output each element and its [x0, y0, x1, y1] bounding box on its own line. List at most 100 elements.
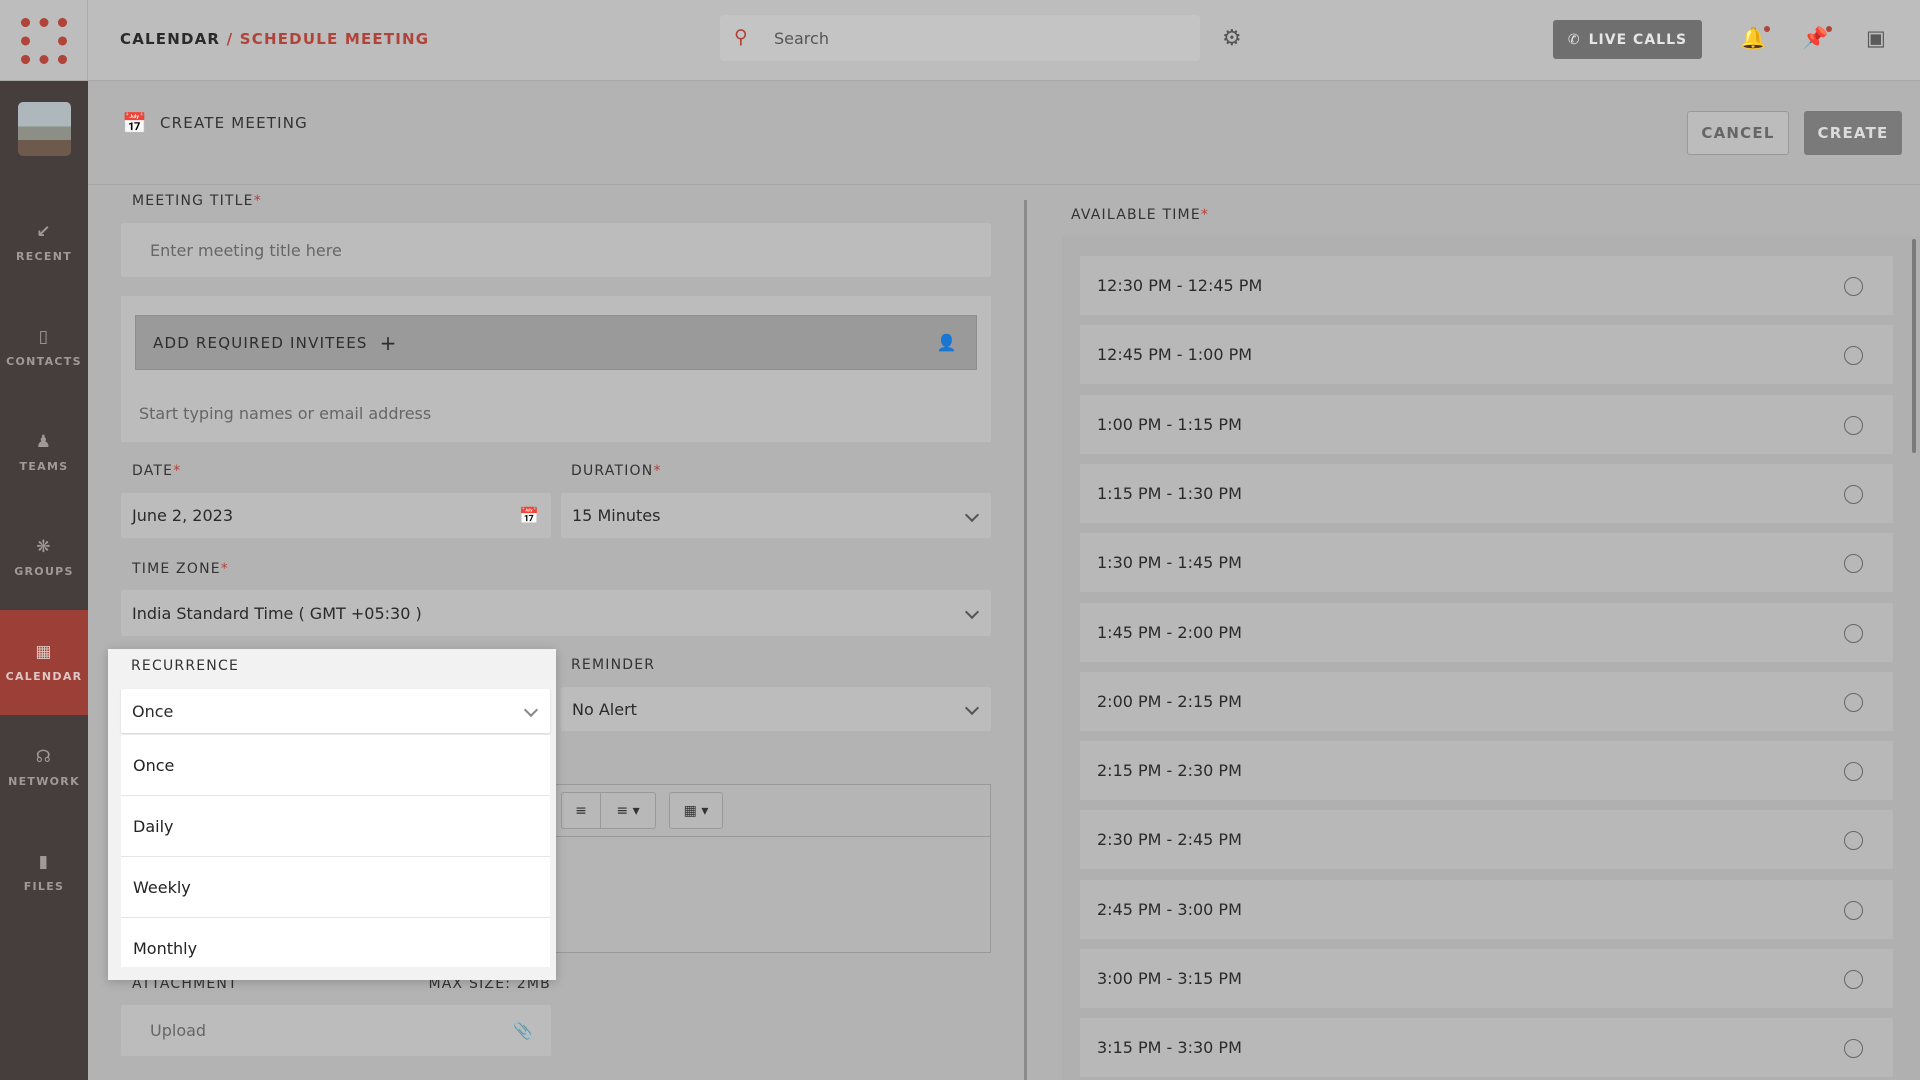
add-user-icon: 👤 [936, 333, 958, 352]
calendar-picker-icon: 📅 [519, 506, 539, 525]
radio-button[interactable] [1844, 484, 1863, 504]
form-scrollbar[interactable] [1024, 200, 1027, 1080]
time-slot[interactable]: 2:45 PM - 3:00 PM [1079, 878, 1894, 940]
breadcrumb: CALENDAR / SCHEDULE MEETING [120, 30, 430, 48]
meeting-title-input[interactable]: Enter meeting title here [121, 223, 991, 277]
time-slot-label: 3:00 PM - 3:15 PM [1097, 969, 1242, 988]
time-slot[interactable]: 2:00 PM - 2:15 PM [1079, 670, 1894, 732]
invitees-input[interactable]: Start typing names or email address [121, 404, 431, 423]
sidebar-item-files[interactable]: ▮ FILES [0, 820, 88, 925]
radio-button[interactable] [1844, 623, 1863, 643]
time-slot-label: 2:45 PM - 3:00 PM [1097, 899, 1242, 919]
sidebar-item-label: CALENDAR [5, 670, 83, 683]
upload-input[interactable]: Upload 📎 [121, 1005, 551, 1056]
sidebar-item-groups[interactable]: ❋ GROUPS [0, 505, 88, 610]
date-label: DATE* [132, 463, 182, 479]
avatar[interactable] [18, 102, 71, 156]
bell-icon[interactable]: 🔔 [1740, 26, 1771, 51]
time-slot-label: 2:30 PM - 2:45 PM [1097, 830, 1242, 850]
date-input[interactable]: June 2, 2023 📅 [121, 493, 551, 538]
radio-button[interactable] [1844, 692, 1863, 712]
numbered-list-button[interactable]: ≡ [561, 792, 601, 829]
radio-button[interactable] [1844, 1039, 1863, 1059]
timezone-select[interactable]: India Standard Time ( GMT +05:30 ) [121, 590, 991, 636]
recurrence-option-monthly[interactable]: Monthly [121, 918, 550, 967]
breadcrumb-current: SCHEDULE MEETING [239, 30, 430, 48]
time-slot[interactable]: 2:15 PM - 2:30 PM [1079, 740, 1894, 802]
add-invitees-button[interactable]: ADD REQUIRED INVITEES + 👤 [135, 315, 977, 370]
sidebar-item-recent[interactable]: ↙ RECENT [0, 190, 88, 295]
calendar-icon: 📅 [122, 111, 147, 135]
time-slot-label: 2:00 PM - 2:15 PM [1097, 691, 1242, 711]
cancel-button[interactable]: CANCEL [1687, 111, 1789, 155]
chevron-down-icon [964, 700, 980, 716]
plus-icon: + [379, 330, 398, 355]
sidebar-item-label: FILES [23, 880, 65, 893]
teams-icon: ♟ [35, 432, 53, 452]
time-slot-label: 3:15 PM - 3:30 PM [1097, 1038, 1242, 1058]
folder-icon: ▮ [38, 852, 50, 872]
time-slot[interactable]: 1:15 PM - 1:30 PM [1079, 462, 1894, 524]
recurrence-select[interactable]: Once [121, 689, 550, 733]
page-header [88, 81, 1920, 185]
sidebar-item-network[interactable]: ☊ NETWORK [0, 715, 88, 820]
contacts-icon: ▯ [38, 327, 50, 347]
pin-icon[interactable]: 📌 [1802, 26, 1833, 51]
table-button[interactable]: ▦ ▾ [669, 792, 723, 829]
time-slot[interactable]: 3:15 PM - 3:30 PM [1079, 1017, 1894, 1079]
time-slot[interactable]: 1:00 PM - 1:15 PM [1079, 393, 1894, 455]
time-slot-label: 1:30 PM - 1:45 PM [1097, 553, 1242, 573]
radio-button[interactable] [1844, 415, 1863, 435]
page-title: CREATE MEETING [160, 114, 309, 132]
sidebar-item-contacts[interactable]: ▯ CONTACTS [0, 295, 88, 400]
sidebar-item-label: GROUPS [14, 565, 74, 578]
chevron-down-icon [964, 604, 980, 620]
radio-button[interactable] [1844, 346, 1863, 366]
duration-select[interactable]: 15 Minutes [561, 493, 991, 538]
slots-scrollbar[interactable] [1912, 239, 1916, 453]
radio-button[interactable] [1844, 762, 1863, 782]
recurrence-option-weekly[interactable]: Weekly [121, 857, 550, 918]
network-icon: ☊ [35, 747, 53, 767]
chat-icon[interactable]: ▣ [1866, 26, 1886, 50]
time-slot[interactable]: 1:45 PM - 2:00 PM [1079, 601, 1894, 663]
search-icon: ⚲ [734, 26, 748, 48]
available-time-label: AVAILABLE TIME* [1071, 207, 1210, 223]
reminder-label: REMINDER [571, 657, 656, 673]
time-slot[interactable]: 2:30 PM - 2:45 PM [1079, 809, 1894, 871]
time-slot[interactable]: 1:30 PM - 1:45 PM [1079, 532, 1894, 594]
reminder-select[interactable]: No Alert [561, 687, 991, 731]
groups-icon: ❋ [36, 537, 52, 557]
radio-button[interactable] [1844, 900, 1863, 920]
time-slot[interactable]: 12:30 PM - 12:45 PM [1079, 255, 1894, 316]
time-slot-label: 1:15 PM - 1:30 PM [1097, 483, 1242, 503]
breadcrumb-calendar[interactable]: CALENDAR [120, 30, 220, 48]
recurrence-option-once[interactable]: Once [121, 735, 550, 796]
settings-icon[interactable]: ⚙ [1222, 26, 1242, 51]
create-button[interactable]: CREATE [1804, 111, 1902, 155]
chevron-down-icon [523, 702, 539, 718]
recurrence-label: RECURRENCE [131, 658, 239, 674]
radio-button[interactable] [1844, 277, 1863, 296]
radio-button[interactable] [1844, 831, 1863, 851]
time-slot[interactable]: 3:00 PM - 3:15 PM [1079, 948, 1894, 1009]
sidebar-item-label: CONTACTS [6, 355, 82, 368]
search-input[interactable]: ⚲ Search [720, 15, 1200, 61]
duration-label: DURATION* [571, 463, 662, 479]
recurrence-option-daily[interactable]: Daily [121, 796, 550, 857]
time-slot-label: 1:45 PM - 2:00 PM [1097, 622, 1242, 642]
chevron-down-icon [964, 507, 980, 522]
time-slot[interactable]: 12:45 PM - 1:00 PM [1079, 324, 1894, 386]
sidebar-item-calendar[interactable]: ▦ CALENDAR [0, 610, 88, 715]
paperclip-icon: 📎 [513, 1021, 533, 1040]
arrow-icon: ↙ [36, 222, 52, 242]
time-slot-label: 1:00 PM - 1:15 PM [1097, 414, 1242, 434]
timezone-label: TIME ZONE* [132, 561, 229, 577]
align-button[interactable]: ≡ ▾ [600, 792, 656, 829]
live-calls-button[interactable]: ✆ LIVE CALLS [1553, 20, 1702, 59]
app-logo[interactable] [0, 0, 88, 81]
sidebar-item-teams[interactable]: ♟ TEAMS [0, 400, 88, 505]
radio-button[interactable] [1844, 554, 1863, 574]
radio-button[interactable] [1844, 970, 1863, 989]
sidebar-item-label: RECENT [15, 250, 73, 263]
